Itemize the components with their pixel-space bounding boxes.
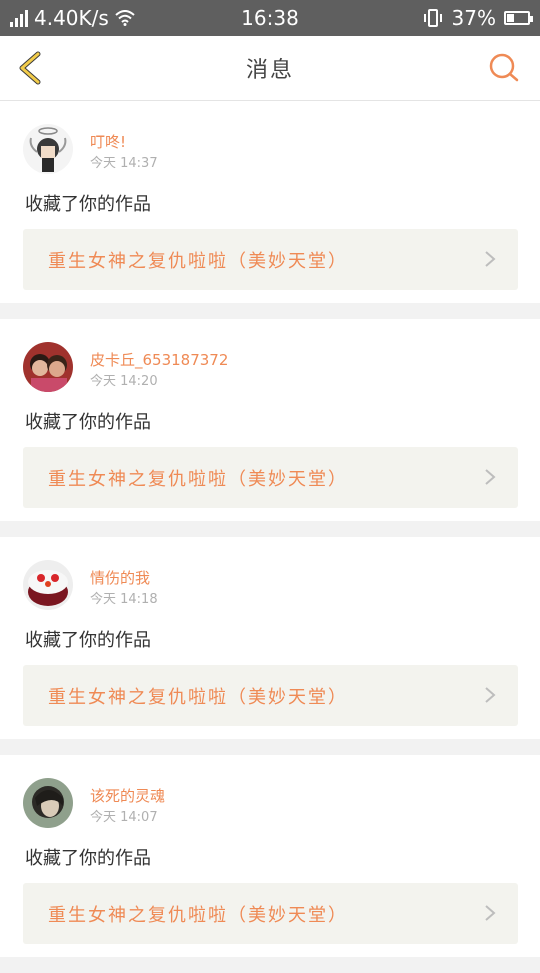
action-text: 收藏了你的作品: [25, 848, 151, 869]
notification-card: 皮卡丘_653187372 今天 14:20 收藏了你的作品 重生女神之复仇啦啦…: [0, 319, 540, 521]
signal-icon: [10, 9, 28, 27]
wifi-icon: [115, 10, 135, 26]
status-bar: 4.40K/s 16:38 37%: [0, 0, 540, 36]
notification-card: 该死的灵魂 今天 14:07 收藏了你的作品 重生女神之复仇啦啦（美妙天堂）: [0, 755, 540, 957]
avatar[interactable]: [23, 124, 73, 174]
avatar[interactable]: [23, 778, 73, 828]
work-link[interactable]: 重生女神之复仇啦啦（美妙天堂）: [23, 665, 518, 726]
avatar-dark-portrait-image: [23, 778, 73, 828]
timestamp: 今天 14:07: [90, 810, 158, 825]
notification-card: 叮咚! 今天 14:37 收藏了你的作品 重生女神之复仇啦啦（美妙天堂）: [0, 101, 540, 303]
search-icon[interactable]: [488, 52, 520, 84]
network-speed: 4.40K/s: [34, 6, 109, 30]
action-text: 收藏了你的作品: [25, 412, 151, 433]
work-link[interactable]: 重生女神之复仇啦啦（美妙天堂）: [23, 883, 518, 944]
chevron-right-icon: [485, 687, 496, 703]
chevron-right-icon: [485, 469, 496, 485]
action-text: 收藏了你的作品: [25, 194, 151, 215]
top-bar: 消息: [0, 36, 540, 101]
notification-list: 叮咚! 今天 14:37 收藏了你的作品 重生女神之复仇啦啦（美妙天堂） 皮卡丘…: [0, 101, 540, 973]
battery-percent: 37%: [451, 6, 496, 30]
avatar-cake-image: [23, 560, 73, 610]
status-left: 4.40K/s: [10, 6, 135, 30]
avatar[interactable]: [23, 342, 73, 392]
timestamp: 今天 14:18: [90, 592, 158, 607]
chevron-right-icon: [485, 251, 496, 267]
action-text: 收藏了你的作品: [25, 630, 151, 651]
status-right: 37%: [422, 6, 533, 30]
username[interactable]: 叮咚!: [90, 131, 126, 152]
page-title: 消息: [245, 58, 294, 83]
work-title: 重生女神之复仇啦啦（美妙天堂）: [48, 904, 348, 926]
notification-card: 情伤的我 今天 14:18 收藏了你的作品 重生女神之复仇啦啦（美妙天堂）: [0, 537, 540, 739]
work-link[interactable]: 重生女神之复仇啦啦（美妙天堂）: [23, 447, 518, 508]
timestamp: 今天 14:37: [90, 156, 158, 171]
work-title: 重生女神之复仇啦啦（美妙天堂）: [48, 250, 348, 272]
vibrate-icon: [423, 9, 442, 27]
work-title: 重生女神之复仇啦啦（美妙天堂）: [48, 686, 348, 708]
back-chevron-icon[interactable]: [14, 50, 48, 86]
avatar-angel-image: [23, 124, 73, 174]
battery-icon: [504, 11, 533, 25]
timestamp: 今天 14:20: [90, 374, 158, 389]
username[interactable]: 情伤的我: [90, 567, 150, 588]
chevron-right-icon: [485, 905, 496, 921]
username[interactable]: 该死的灵魂: [90, 785, 165, 806]
avatar-photo-image: [23, 342, 73, 392]
avatar[interactable]: [23, 560, 73, 610]
work-title: 重生女神之复仇啦啦（美妙天堂）: [48, 468, 348, 490]
username[interactable]: 皮卡丘_653187372: [90, 349, 228, 370]
work-link[interactable]: 重生女神之复仇啦啦（美妙天堂）: [23, 229, 518, 290]
